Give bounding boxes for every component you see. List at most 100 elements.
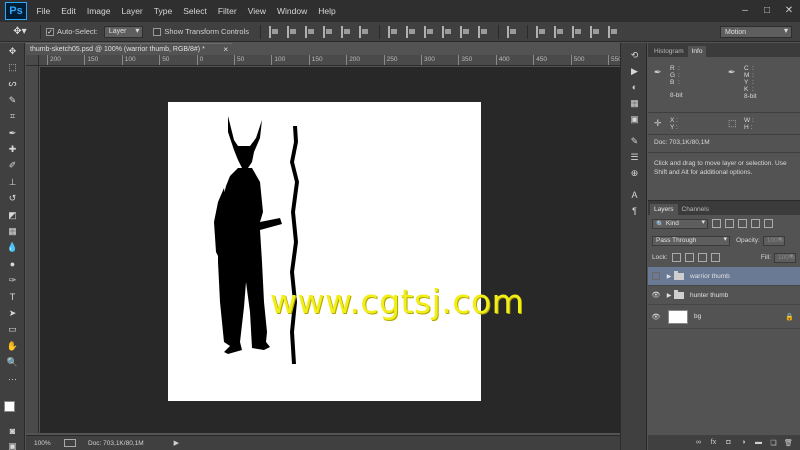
brush-presets-icon[interactable]: ✎ <box>621 133 648 149</box>
opacity-input[interactable]: 100% <box>762 235 785 246</box>
vertical-ruler[interactable] <box>26 66 39 433</box>
properties-panel-icon[interactable]: ☰ <box>621 149 648 165</box>
distribute-bottom-icon[interactable] <box>424 25 436 38</box>
eraser-tool-icon[interactable]: ◩ <box>0 207 25 223</box>
filter-pixel-icon[interactable] <box>712 219 721 228</box>
eyedropper-icon[interactable]: ✒ <box>728 67 736 78</box>
distribute-right-icon[interactable] <box>478 25 490 38</box>
history-panel-icon[interactable]: ⟲ <box>621 47 648 63</box>
filter-smart-object-icon[interactable] <box>764 219 773 228</box>
visibility-toggle[interactable] <box>652 272 660 280</box>
quick-select-tool-icon[interactable]: ✎ <box>0 92 25 108</box>
menu-select[interactable]: Select <box>178 6 213 16</box>
dodge-tool-icon[interactable]: ● <box>0 256 25 272</box>
menu-window[interactable]: Window <box>271 6 312 16</box>
status-menu-arrow-icon[interactable]: ▶ <box>174 439 179 447</box>
layer-style-icon[interactable]: fx <box>706 439 721 446</box>
foreground-color-swatch[interactable] <box>4 401 15 412</box>
color-swatches[interactable] <box>4 401 24 421</box>
3d-mode-icon[interactable] <box>536 25 548 38</box>
zoom-level[interactable]: 100% <box>26 440 52 447</box>
blend-mode-dropdown[interactable]: Pass Through <box>652 235 730 246</box>
distribute-left-icon[interactable] <box>442 25 454 38</box>
auto-select-dropdown[interactable]: Layer <box>103 25 144 38</box>
crop-tool-icon[interactable]: ⌗ <box>0 109 25 125</box>
eyedropper-icon[interactable]: ✒ <box>654 67 662 78</box>
move-tool-icon[interactable]: ✥ <box>0 43 25 59</box>
eye-icon[interactable]: 👁 <box>648 313 664 321</box>
lasso-tool-icon[interactable]: ᔕ <box>0 76 25 92</box>
auto-select-checkbox[interactable]: ✓ <box>46 27 54 36</box>
menu-edit[interactable]: Edit <box>56 6 82 16</box>
layer-bg[interactable]: 👁 bg 🔒 <box>648 305 800 329</box>
close-button[interactable]: ✕ <box>778 0 800 20</box>
menu-file[interactable]: File <box>31 6 56 16</box>
lock-pixels-icon[interactable] <box>684 253 694 262</box>
3d-roll-icon[interactable] <box>554 25 566 38</box>
layer-warrior-thumb[interactable]: ▶ warrior thumb <box>648 267 800 286</box>
expand-arrow-icon[interactable]: ▶ <box>664 273 674 280</box>
tab-info[interactable]: Info <box>687 46 707 57</box>
horizontal-ruler[interactable]: 200 150 100 50 0 50 100 150 200 250 300 350 400 450 50… <box>39 55 620 66</box>
lock-all-icon[interactable] <box>710 253 720 262</box>
lock-transparency-icon[interactable] <box>671 253 681 262</box>
paragraph-panel-icon[interactable]: ¶ <box>621 203 648 219</box>
menu-view[interactable]: View <box>242 6 271 16</box>
document-canvas[interactable] <box>168 102 481 401</box>
brush-tool-icon[interactable]: ✐ <box>0 158 25 174</box>
tab-channels[interactable]: Channels <box>678 204 713 215</box>
distribute-vcenter-icon[interactable] <box>406 25 418 38</box>
new-layer-icon[interactable]: ❏ <box>766 439 781 447</box>
menu-filter[interactable]: Filter <box>212 6 242 16</box>
layer-hunter-thumb[interactable]: 👁 ▶ hunter thumb <box>648 286 800 305</box>
align-hcenter-icon[interactable] <box>341 25 353 38</box>
shape-tool-icon[interactable]: ▭ <box>0 322 25 338</box>
menu-type[interactable]: Type <box>148 6 177 16</box>
3d-slide-icon[interactable] <box>590 25 602 38</box>
3d-scale-icon[interactable] <box>608 25 620 38</box>
maximize-button[interactable]: □ <box>756 0 778 20</box>
auto-align-icon[interactable] <box>507 25 519 38</box>
lock-position-icon[interactable] <box>697 253 707 262</box>
canvas-area[interactable]: www.cgtsj.com <box>40 67 620 433</box>
layer-filter-kind-dropdown[interactable]: 🔍 Kind <box>652 218 708 229</box>
add-mask-icon[interactable]: ◘ <box>721 439 736 446</box>
align-top-icon[interactable] <box>269 25 281 38</box>
zoom-tool-icon[interactable]: 🔍 <box>0 354 25 370</box>
clone-stamp-tool-icon[interactable]: ⊥ <box>0 174 25 190</box>
swatches-panel-icon[interactable]: ▣ <box>621 111 648 127</box>
align-bottom-icon[interactable] <box>305 25 317 38</box>
character-panel-icon[interactable]: A <box>621 187 648 203</box>
3d-pan-icon[interactable] <box>572 25 584 38</box>
quick-mask-icon[interactable]: ◙ <box>0 423 25 439</box>
hand-tool-icon[interactable]: ✋ <box>0 338 25 354</box>
path-select-tool-icon[interactable]: ➤ <box>0 305 25 321</box>
link-layers-icon[interactable]: ∞ <box>691 439 706 446</box>
show-transform-checkbox[interactable] <box>153 27 162 36</box>
move-tool-preset-icon[interactable]: ✥▾ <box>5 24 35 40</box>
marquee-tool-icon[interactable]: ⬚ <box>0 59 25 75</box>
adjustment-layer-icon[interactable]: ◑ <box>736 439 751 446</box>
workspace-dropdown[interactable]: Motion <box>720 26 792 38</box>
document-tab-close-button[interactable]: × <box>223 45 228 54</box>
delete-layer-icon[interactable]: 🗑 <box>781 439 796 447</box>
eyedropper-tool-icon[interactable]: ✒ <box>0 125 25 141</box>
tab-histogram[interactable]: Histogram <box>650 46 688 57</box>
document-tab[interactable]: thumb-sketch05.psd @ 100% (warrior thumb… <box>26 43 232 55</box>
new-group-icon[interactable]: ▬ <box>751 439 766 446</box>
healing-tool-icon[interactable]: ✚ <box>0 141 25 157</box>
expand-arrow-icon[interactable]: ▶ <box>664 292 674 299</box>
tab-layers[interactable]: Layers <box>650 204 678 215</box>
pen-tool-icon[interactable]: ✑ <box>0 272 25 288</box>
menu-layer[interactable]: Layer <box>116 6 148 16</box>
align-right-icon[interactable] <box>359 25 371 38</box>
blur-tool-icon[interactable]: 💧 <box>0 240 25 256</box>
filter-type-icon[interactable] <box>738 219 747 228</box>
align-vcenter-icon[interactable] <box>287 25 299 38</box>
clone-source-icon[interactable]: ⊕ <box>621 165 648 181</box>
filter-adjustment-icon[interactable] <box>725 219 734 228</box>
styles-panel-icon[interactable]: ▦ <box>621 95 648 111</box>
distribute-hcenter-icon[interactable] <box>460 25 472 38</box>
adjustments-panel-icon[interactable]: ◐ <box>621 79 648 95</box>
menu-help[interactable]: Help <box>313 6 341 16</box>
